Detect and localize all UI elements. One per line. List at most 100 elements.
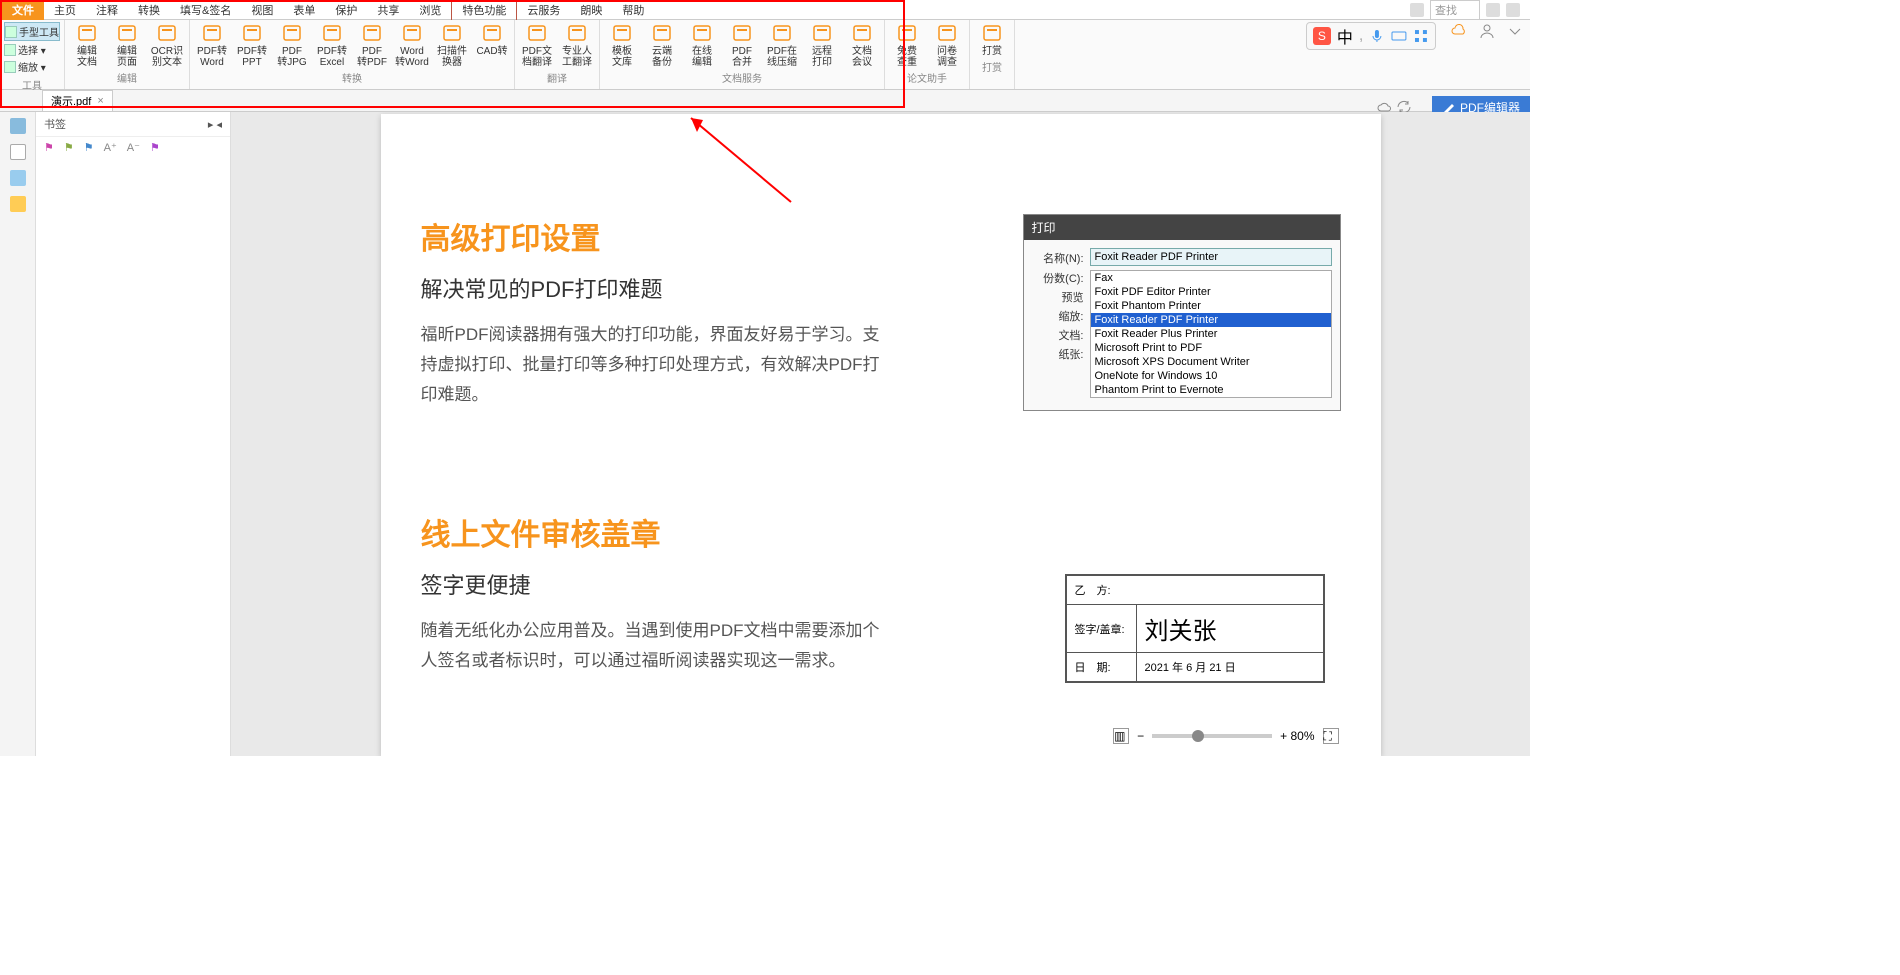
- ribbon-btn[interactable]: 编辑 文档: [69, 22, 105, 68]
- ribbon: 手型工具 选择 ▾ 缩放 ▾ 工具 编辑 文档编辑 页面OCR识 别文本编辑PD…: [0, 20, 1530, 90]
- ribbon-btn[interactable]: OCR识 别文本: [149, 22, 185, 68]
- clipboard-icon[interactable]: [10, 170, 26, 186]
- grid-icon: [1413, 28, 1429, 44]
- settings-chevron-icon[interactable]: [1506, 22, 1524, 40]
- ribbon-btn[interactable]: CAD转: [474, 22, 510, 68]
- ribbon-btn-icon: [75, 22, 99, 44]
- close-tab-icon[interactable]: ×: [97, 95, 103, 107]
- fullscreen-icon[interactable]: ⛶: [1323, 728, 1339, 744]
- ribbon-btn[interactable]: 在线 编辑: [684, 22, 720, 68]
- zoom-out-button[interactable]: −: [1137, 729, 1144, 743]
- ribbon-btn[interactable]: 远程 打印: [804, 22, 840, 68]
- ribbon-btn[interactable]: Word 转Word: [394, 22, 430, 68]
- printer-option[interactable]: Foxit PDF Editor Printer: [1091, 285, 1331, 299]
- hand-tool-group: 手型工具 选择 ▾ 缩放 ▾ 工具: [0, 20, 65, 89]
- select-tool[interactable]: 选择 ▾: [4, 41, 60, 58]
- ribbon-btn[interactable]: 云端 备份: [644, 22, 680, 68]
- signature-box-illustration: 乙 方: 签字/盖章: 刘关张 日 期: 2021 年 6 月 21 日: [1065, 574, 1325, 683]
- document-viewport[interactable]: 高级打印设置 解决常见的PDF打印难题 福昕PDF阅读器拥有强大的打印功能，界面…: [231, 112, 1530, 756]
- ribbon-group-编辑: 编辑 文档编辑 页面OCR识 别文本编辑: [65, 20, 190, 89]
- menu-表单[interactable]: 表单: [283, 0, 325, 20]
- hand-tool[interactable]: 手型工具: [4, 22, 60, 41]
- text-smaller-icon[interactable]: A⁻: [127, 141, 140, 154]
- ribbon-btn-label: Word 转Word: [395, 46, 429, 68]
- ribbon-btn[interactable]: PDF文 档翻译: [519, 22, 555, 68]
- menu-视图[interactable]: 视图: [241, 0, 283, 20]
- bookmark-nav-icon[interactable]: ⚑: [84, 141, 94, 154]
- menu-文件[interactable]: 文件: [2, 0, 44, 20]
- search-input[interactable]: 查找: [1430, 0, 1480, 20]
- preview-label: 预览: [1032, 289, 1084, 305]
- thumbnails-icon[interactable]: [10, 118, 26, 134]
- printer-option[interactable]: Foxit Phantom Printer: [1091, 299, 1331, 313]
- printer-list[interactable]: FaxFoxit PDF Editor PrinterFoxit Phantom…: [1090, 270, 1332, 398]
- ribbon-btn[interactable]: 免费 查重: [889, 22, 925, 68]
- menu-共享[interactable]: 共享: [367, 0, 409, 20]
- menu-填写&签名[interactable]: 填写&签名: [170, 0, 241, 20]
- menu-转换[interactable]: 转换: [128, 0, 170, 20]
- text-larger-icon[interactable]: A⁺: [104, 141, 117, 154]
- bookmark-add-icon[interactable]: ⚑: [44, 141, 54, 154]
- ribbon-btn-label: 云端 备份: [652, 46, 672, 68]
- ribbon-btn[interactable]: PDF转 PPT: [234, 22, 270, 68]
- ribbon-btn[interactable]: PDF转 Excel: [314, 22, 350, 68]
- bookmark-goto-icon[interactable]: ⚑: [64, 141, 74, 154]
- ribbon-btn[interactable]: PDF 合并: [724, 22, 760, 68]
- printer-option[interactable]: Phantom Print to Evernote: [1091, 383, 1331, 397]
- ribbon-btn[interactable]: PDF 转JPG: [274, 22, 310, 68]
- menu-朗映[interactable]: 朗映: [570, 0, 612, 20]
- menu-注释[interactable]: 注释: [86, 0, 128, 20]
- menu-帮助[interactable]: 帮助: [612, 0, 654, 20]
- zoom-value: + 80%: [1280, 729, 1314, 743]
- menu-特色功能[interactable]: 特色功能: [451, 0, 517, 21]
- document-tab[interactable]: 演示.pdf ×: [42, 90, 113, 111]
- bookmark-del-icon[interactable]: ⚑: [150, 141, 160, 154]
- ribbon-btn[interactable]: PDF 转PDF: [354, 22, 390, 68]
- panel-collapse-icon[interactable]: ▸ ◂: [208, 118, 222, 131]
- ribbon-btn[interactable]: 文档 会议: [844, 22, 880, 68]
- bookmark-tools: ⚑ ⚑ ⚑ A⁺ A⁻ ⚑: [36, 137, 230, 158]
- help-icon[interactable]: [1506, 3, 1520, 17]
- menu-主页[interactable]: 主页: [44, 0, 86, 20]
- ribbon-btn[interactable]: 编辑 页面: [109, 22, 145, 68]
- printer-name-combo[interactable]: Foxit Reader PDF Printer: [1090, 248, 1332, 266]
- group-label: 转换: [194, 70, 510, 85]
- ribbon-btn[interactable]: 扫描件 换器: [434, 22, 470, 68]
- ime-indicator[interactable]: S 中 ,: [1306, 22, 1436, 50]
- ribbon-btn[interactable]: PDF转 Word: [194, 22, 230, 68]
- printer-option[interactable]: Microsoft XPS Document Writer: [1091, 355, 1331, 369]
- ribbon-btn-icon: [895, 22, 919, 44]
- bookmarks-label: 书签: [44, 116, 66, 132]
- printer-option[interactable]: Foxit Reader PDF Printer: [1091, 313, 1331, 327]
- ribbon-btn-label: PDF 转JPG: [277, 46, 306, 68]
- dropdown-icon[interactable]: [1486, 3, 1500, 17]
- menu-保护[interactable]: 保护: [325, 0, 367, 20]
- paper-label: 纸张:: [1032, 346, 1084, 362]
- ribbon-btn[interactable]: PDF在 线压缩: [764, 22, 800, 68]
- cloud-status-icon[interactable]: [1450, 22, 1468, 40]
- user-icon[interactable]: [1478, 22, 1496, 40]
- sogou-logo-icon: S: [1313, 27, 1331, 45]
- view-mode-icon[interactable]: ▥: [1113, 728, 1129, 744]
- menu-浏览[interactable]: 浏览: [409, 0, 451, 20]
- ribbon-btn[interactable]: 模板 文库: [604, 22, 640, 68]
- menu-云服务[interactable]: 云服务: [517, 0, 570, 20]
- notes-icon[interactable]: [10, 196, 26, 212]
- zoom-tool[interactable]: 缩放 ▾: [4, 58, 60, 75]
- printer-option[interactable]: Foxit Reader Plus Printer: [1091, 327, 1331, 341]
- mini-icon[interactable]: [1410, 3, 1424, 17]
- bookmarks-panel: 书签 ▸ ◂ ⚑ ⚑ ⚑ A⁺ A⁻ ⚑: [36, 112, 231, 756]
- ribbon-btn[interactable]: 专业人 工翻译: [559, 22, 595, 68]
- ribbon-btn-icon: [650, 22, 674, 44]
- printer-option[interactable]: Fax: [1091, 271, 1331, 285]
- section2-body: 随着无纸化办公应用普及。当遇到使用PDF文档中需要添加个人签名或者标识时，可以通…: [421, 616, 881, 676]
- ribbon-btn[interactable]: 问卷 调查: [929, 22, 965, 68]
- printer-option[interactable]: OneNote for Windows 10: [1091, 369, 1331, 383]
- zoom-slider-thumb[interactable]: [1192, 730, 1204, 742]
- doc-label: 文档:: [1032, 327, 1084, 343]
- ribbon-btn[interactable]: 打赏: [974, 22, 1010, 57]
- printer-option[interactable]: Microsoft Print to PDF: [1091, 341, 1331, 355]
- attachments-icon[interactable]: [10, 144, 26, 160]
- menu-bar: 文件主页注释转换填写&签名视图表单保护共享浏览特色功能云服务朗映帮助: [0, 0, 1530, 20]
- zoom-slider[interactable]: [1152, 734, 1272, 738]
